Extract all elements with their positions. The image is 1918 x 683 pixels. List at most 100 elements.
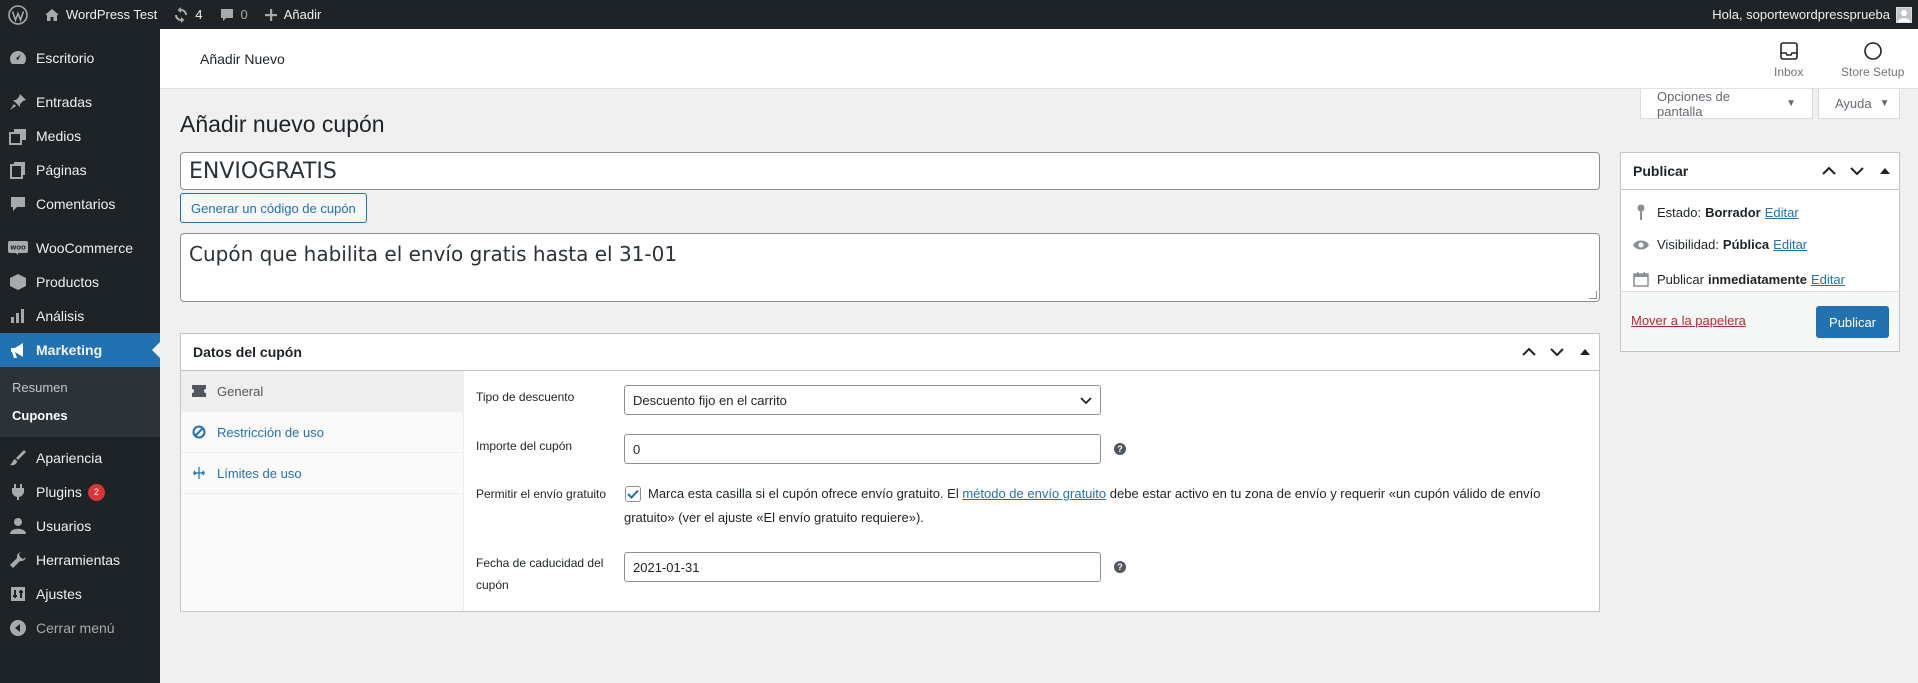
move-down-icon[interactable] [1543, 334, 1571, 370]
coupon-amount-label: Importe del cupón [476, 439, 573, 453]
sidebar-item-label: Ajustes [36, 586, 82, 602]
move-up-icon[interactable] [1815, 153, 1843, 189]
inbox-label: Inbox [1774, 65, 1804, 79]
dashboard-icon [8, 48, 28, 68]
no-entry-icon [191, 425, 207, 439]
coupon-data-header: Datos del cupón [181, 334, 1599, 371]
sidebar-item-ajustes[interactable]: Ajustes [0, 577, 160, 611]
chevron-down-icon [1080, 393, 1092, 408]
coupon-amount-input[interactable]: 0 [624, 434, 1101, 464]
sidebar-item-productos[interactable]: Productos [0, 265, 160, 299]
publish-date-label: Publicar [1657, 271, 1704, 287]
comment-icon [8, 194, 28, 214]
updates-link[interactable]: 4 [165, 0, 210, 29]
tab-general[interactable]: General [181, 371, 463, 412]
edit-visibility-link[interactable]: Editar [1773, 237, 1807, 252]
free-shipping-text-start: Marca esta casilla si el cupón ofrece en… [648, 486, 963, 501]
circle-progress-icon [1863, 42, 1882, 60]
edit-status-link[interactable]: Editar [1765, 205, 1799, 220]
sidebar-item-usuarios[interactable]: Usuarios [0, 509, 160, 543]
sidebar-item-paginas[interactable]: Páginas [0, 153, 160, 187]
help-button[interactable]: Ayuda ▼ [1818, 89, 1900, 119]
inbox-icon [1779, 42, 1798, 60]
expiry-date-label: Fecha de caducidad del cupón [476, 552, 603, 596]
screen-options-button[interactable]: Opciones de pantalla ▼ [1640, 89, 1813, 119]
media-icon [8, 126, 28, 146]
help-tip-icon[interactable]: ? [1114, 561, 1126, 573]
caret-down-icon: ▼ [1786, 98, 1796, 109]
tab-usage-restriction[interactable]: Restricción de uso [181, 412, 463, 453]
sidebar-item-label: WooCommerce [36, 240, 133, 256]
expiry-date-value: 2021-01-31 [633, 559, 700, 575]
submenu-item-resumen[interactable]: Resumen [0, 373, 160, 401]
edit-publish-date-link[interactable]: Editar [1811, 272, 1845, 287]
publish-status-row: Estado: Borrador Editar [1631, 203, 1799, 221]
discount-type-value: Descuento fijo en el carrito [633, 392, 787, 408]
sidebar-item-comentarios[interactable]: Comentarios [0, 187, 160, 221]
admin-sidebar: Escritorio Entradas Medios Páginas Comen… [0, 29, 160, 683]
sidebar-item-apariencia[interactable]: Apariencia [0, 441, 160, 475]
sidebar-item-herramientas[interactable]: Herramientas [0, 543, 160, 577]
publish-date-row: Publicar inmediatamente Editar [1631, 271, 1845, 287]
store-setup-label: Store Setup [1841, 65, 1905, 79]
collapse-menu-button[interactable]: Cerrar menú [0, 611, 160, 645]
account-greeting[interactable]: Hola, soportewordpressprueba [1712, 7, 1890, 22]
generate-coupon-code-button[interactable]: Generar un código de cupón [180, 193, 367, 223]
brush-icon [8, 448, 28, 468]
header-title: Añadir Nuevo [200, 51, 285, 67]
megaphone-icon [8, 340, 28, 360]
move-up-icon[interactable] [1515, 334, 1543, 370]
admin-bar: WordPress Test 4 0 Añadir Hola, soportew… [0, 0, 1918, 29]
coupon-code-value: ENVIOGRATIS [189, 158, 337, 184]
expiry-label-line-2: cupón [476, 578, 509, 592]
sidebar-item-entradas[interactable]: Entradas [0, 85, 160, 119]
status-value: Borrador [1705, 204, 1761, 220]
coupon-code-input[interactable]: ENVIOGRATIS [180, 152, 1600, 190]
sidebar-item-analisis[interactable]: Análisis [0, 299, 160, 333]
page-title: Añadir nuevo cupón [180, 111, 385, 137]
inbox-button[interactable]: Inbox [1774, 41, 1803, 79]
ticket-icon [191, 385, 207, 397]
coupon-amount-value: 0 [633, 441, 641, 457]
wordpress-logo-icon[interactable] [0, 0, 36, 29]
visibility-label: Visibilidad: [1657, 237, 1719, 252]
plus-icon [264, 8, 277, 21]
sidebar-item-marketing[interactable]: Marketing [0, 333, 160, 367]
resize-grip-icon[interactable] [1589, 291, 1597, 299]
box-icon [8, 272, 28, 292]
move-to-trash-link[interactable]: Mover a la papelera [1631, 313, 1746, 328]
coupon-data-metabox: Datos del cupón General Restricción de u… [180, 333, 1600, 612]
expiry-date-input[interactable]: 2021-01-31 [624, 552, 1101, 582]
publish-button[interactable]: Publicar [1816, 306, 1889, 338]
help-tip-icon[interactable]: ? [1114, 443, 1126, 455]
site-name-link[interactable]: WordPress Test [36, 0, 165, 29]
sidebar-item-woocommerce[interactable]: WOO WooCommerce [0, 231, 160, 265]
help-label: Ayuda [1835, 96, 1872, 111]
free-shipping-method-link[interactable]: método de envío gratuito [962, 486, 1106, 501]
refresh-icon [175, 6, 188, 23]
sidebar-item-plugins[interactable]: Plugins 2 [0, 475, 160, 509]
sidebar-item-medios[interactable]: Medios [0, 119, 160, 153]
new-content-link[interactable]: Añadir [256, 0, 330, 29]
toggle-panel-icon[interactable] [1571, 334, 1599, 370]
discount-type-select[interactable]: Descuento fijo en el carrito [624, 385, 1101, 415]
publish-visibility-row: Visibilidad: Pública Editar [1631, 237, 1807, 252]
settings-icon [8, 584, 28, 604]
tab-label: Límites de uso [217, 465, 302, 481]
free-shipping-description: Marca esta casilla si el cupón ofrece en… [624, 482, 1579, 530]
avatar[interactable] [1896, 6, 1912, 23]
coupon-description-textarea[interactable]: Cupón que habilita el envío gratis hasta… [180, 233, 1600, 302]
comments-link[interactable]: 0 [211, 0, 256, 29]
plugins-update-badge: 2 [87, 483, 105, 501]
publish-date-value: inmediatamente [1707, 271, 1807, 287]
toggle-panel-icon[interactable] [1871, 153, 1899, 189]
marketing-submenu: Resumen Cupones [0, 367, 160, 437]
store-setup-button[interactable]: Store Setup [1841, 41, 1904, 79]
woocommerce-header: Añadir Nuevo Inbox Store Setup [160, 29, 1918, 89]
move-down-icon[interactable] [1843, 153, 1871, 189]
sidebar-item-escritorio[interactable]: Escritorio [0, 41, 160, 75]
coupon-data-tabs: General Restricción de uso Límites de us… [181, 371, 464, 611]
discount-type-label: Tipo de descuento [476, 390, 575, 404]
tab-usage-limits[interactable]: Límites de uso [181, 453, 463, 494]
submenu-item-cupones[interactable]: Cupones [0, 401, 160, 429]
